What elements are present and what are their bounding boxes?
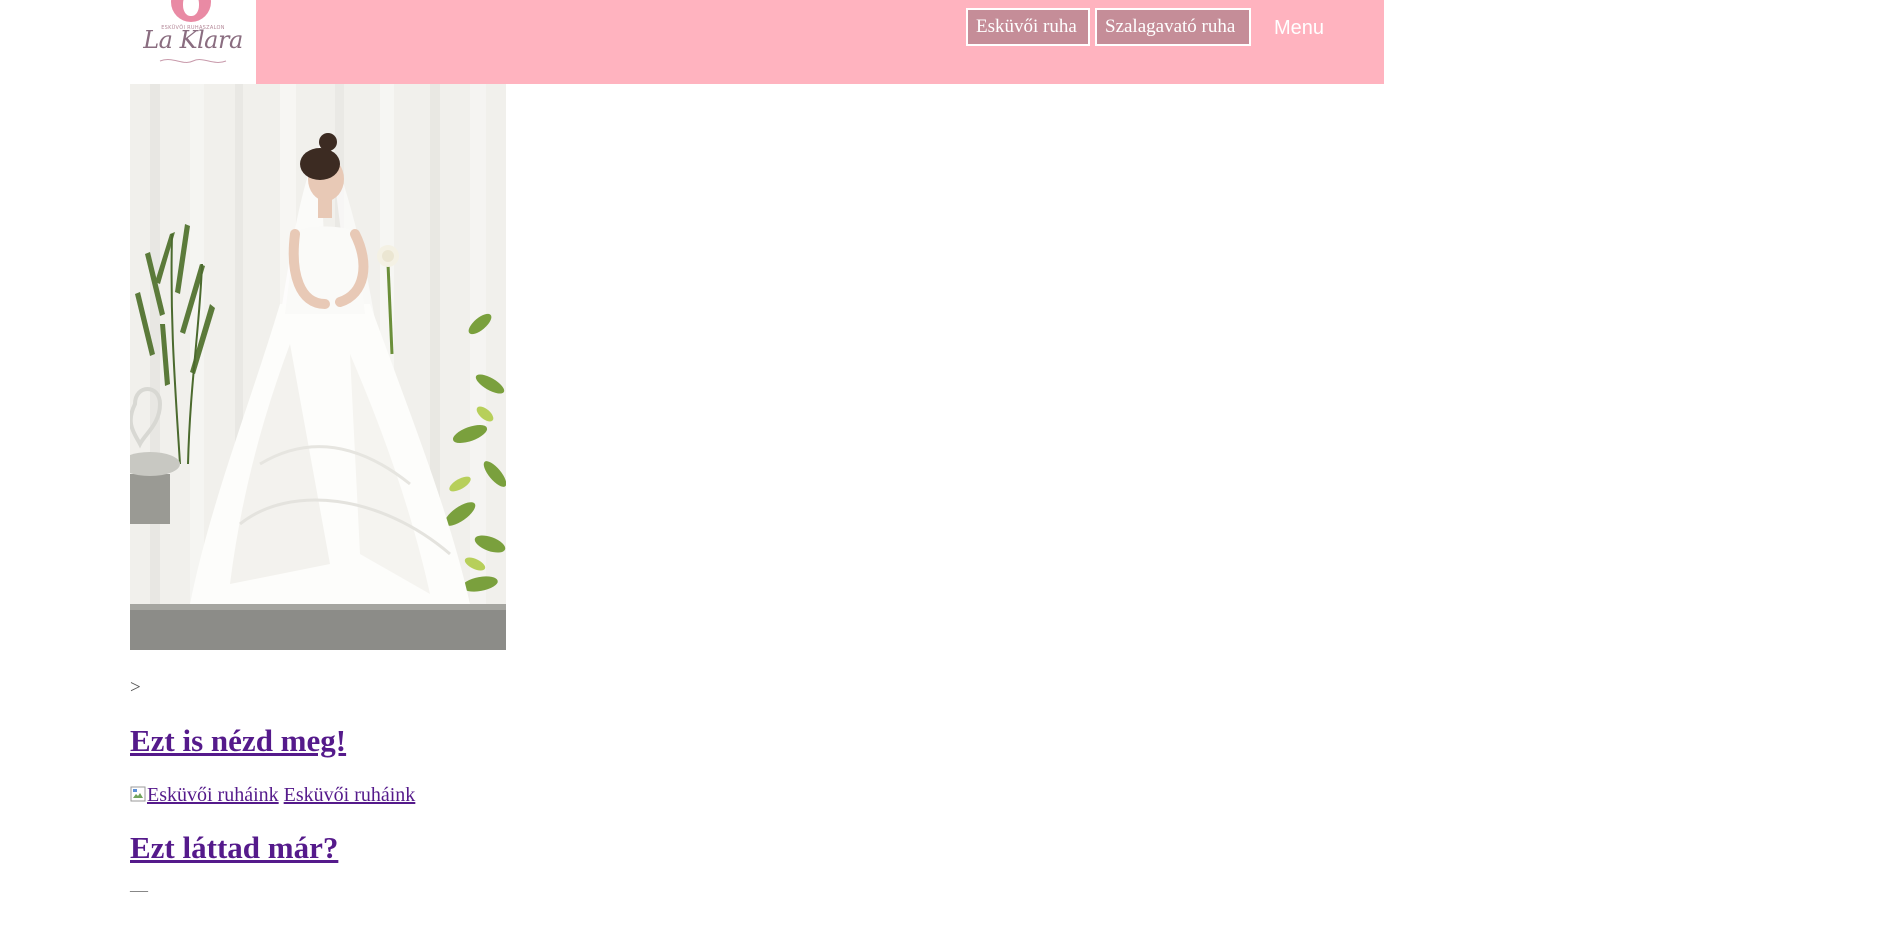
menu-button[interactable]: Menu [1274, 14, 1324, 42]
hero-image [130, 84, 506, 650]
wedding-dresses-link[interactable]: Esküvői ruháink [284, 784, 416, 806]
wedding-dresses-image-link[interactable]: Esküvői ruháink [130, 784, 279, 806]
site-header: ESKÜVŐI RUHASZALON La Klara Esküvői ruha… [130, 0, 1384, 84]
page: ESKÜVŐI RUHASZALON La Klara Esküvői ruha… [0, 0, 1894, 941]
breadcrumb-arrow: > [130, 677, 141, 698]
nav-wedding-dress-button[interactable]: Esküvői ruha [966, 8, 1090, 46]
image-alt-text: Esküvői ruháink [147, 784, 279, 806]
separator-dash: — [130, 880, 148, 900]
related-links: Esküvői ruháink Esküvői ruháink [130, 784, 415, 807]
broken-image-icon [130, 786, 146, 802]
see-also-heading-link[interactable]: Ezt is nézd meg! [130, 723, 346, 759]
logo-swirl-icon [159, 59, 227, 63]
site-logo[interactable]: ESKÜVŐI RUHASZALON La Klara [130, 0, 256, 84]
bride-photo [130, 84, 506, 650]
seen-this-heading-link[interactable]: Ezt láttad már? [130, 830, 338, 866]
logo-text: La Klara [143, 26, 243, 54]
nav-prom-dress-button[interactable]: Szalagavató ruha [1095, 8, 1251, 46]
logo-emblem-icon [171, 0, 211, 22]
